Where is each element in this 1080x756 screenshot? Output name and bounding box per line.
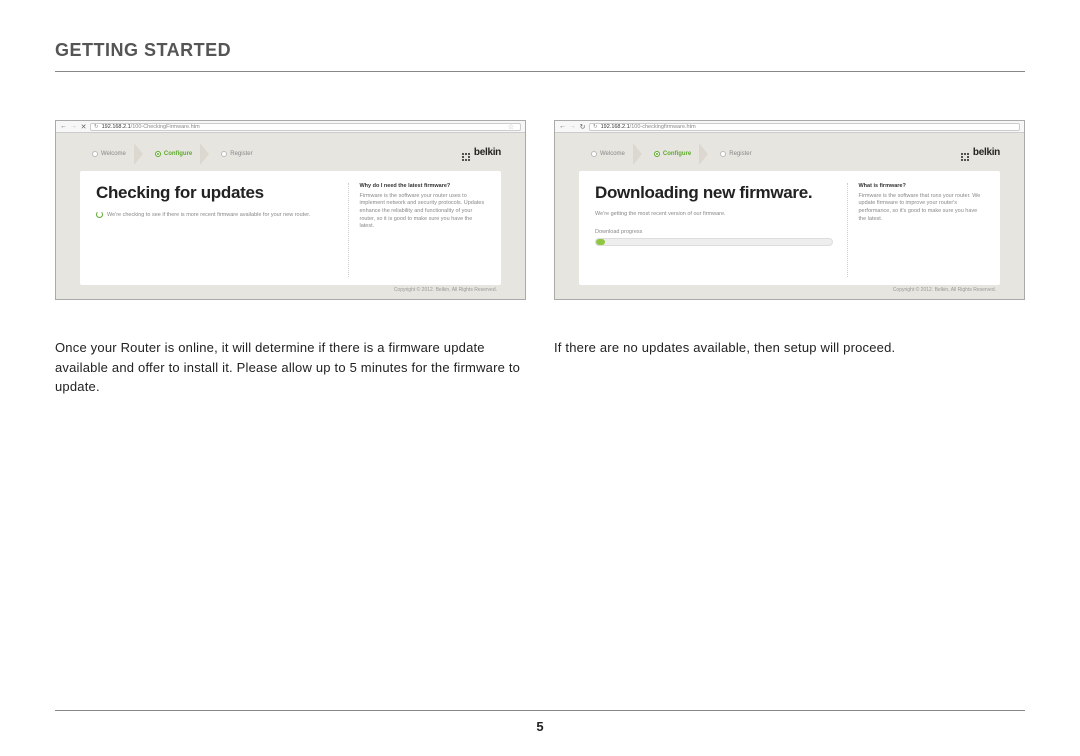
tab-bullet-icon xyxy=(654,151,660,157)
side-col: Why do I need the latest firmware? Firmw… xyxy=(348,183,485,277)
columns: ← → ✕ ↻ 192.168.2.1/100-CheckingFirmware… xyxy=(55,120,1025,397)
tab-label: Configure xyxy=(164,151,192,157)
url-box: ↻ 192.168.2.1/100-CheckingFirmware.htm ☆ xyxy=(90,123,521,131)
brand-logo: belkin xyxy=(961,147,1000,161)
footer-rule xyxy=(55,710,1025,711)
tab-label: Welcome xyxy=(600,151,625,157)
progress-label: Download progress xyxy=(595,229,833,235)
tab-label: Welcome xyxy=(101,151,126,157)
tab-bullet-icon xyxy=(155,151,161,157)
url-host: 192.168.2.1 xyxy=(601,124,630,130)
brand-logo: belkin xyxy=(462,147,501,161)
panel-subtext: We're checking to see if there is more r… xyxy=(96,211,334,218)
tab-strip-wrap: Welcome Configure Register belkin xyxy=(555,133,1024,165)
right-column: ← → ↻ ↻ 192.168.2.1/100-checkingfirmware… xyxy=(554,120,1025,397)
back-icon: ← xyxy=(60,123,67,130)
tab-register: Register xyxy=(708,151,763,157)
back-icon: ← xyxy=(559,123,566,130)
tab-label: Register xyxy=(230,151,252,157)
brand-text: belkin xyxy=(973,147,1000,158)
brand-dots-icon xyxy=(462,153,470,161)
browser-address-bar: ← → ✕ ↻ 192.168.2.1/100-CheckingFirmware… xyxy=(56,121,525,133)
panel-heading: Downloading new firmware. xyxy=(595,183,833,203)
screenshot-downloading: ← → ↻ ↻ 192.168.2.1/100-checkingfirmware… xyxy=(554,120,1025,300)
reload-icon: ↻ xyxy=(94,124,99,130)
side-col: What is firmware? Firmware is the softwa… xyxy=(847,183,984,277)
main-col: Downloading new firmware. We're getting … xyxy=(595,183,833,277)
forward-icon: → xyxy=(569,123,576,130)
subtext-text: We're getting the most recent version of… xyxy=(595,211,726,217)
panel-subtext: We're getting the most recent version of… xyxy=(595,211,833,217)
tab-configure: Configure xyxy=(642,151,703,157)
progress-section: Download progress xyxy=(595,229,833,246)
page-footer: 5 xyxy=(55,710,1025,734)
tab-bullet-icon xyxy=(92,151,98,157)
bookmark-star-icon: ☆ xyxy=(505,123,517,131)
tab-welcome: Welcome xyxy=(579,151,637,157)
reload-icon: ↻ xyxy=(593,124,598,130)
screenshot-checking: ← → ✕ ↻ 192.168.2.1/100-CheckingFirmware… xyxy=(55,120,526,300)
section-title: GETTING STARTED xyxy=(55,40,1025,61)
page-number: 5 xyxy=(55,719,1025,734)
tab-configure: Configure xyxy=(143,151,204,157)
forward-icon: → xyxy=(70,123,77,130)
browser-address-bar: ← → ↻ ↻ 192.168.2.1/100-checkingfirmware… xyxy=(555,121,1024,133)
subtext-text: We're checking to see if there is more r… xyxy=(107,212,310,218)
url-path: /100-CheckingFirmware.htm xyxy=(131,124,200,130)
tab-bullet-icon xyxy=(221,151,227,157)
right-caption: If there are no updates available, then … xyxy=(554,338,1025,358)
tab-strip: Welcome Configure Register belkin xyxy=(579,143,1000,165)
screenshot-footer: Copyright © 2012. Belkin, All Rights Res… xyxy=(555,285,1024,299)
brand-text: belkin xyxy=(474,147,501,158)
reload-icon: ↻ xyxy=(579,123,586,130)
tab-bullet-icon xyxy=(591,151,597,157)
panel-heading: Checking for updates xyxy=(96,183,334,203)
title-rule xyxy=(55,71,1025,72)
tab-strip: Welcome Configure Register belkin xyxy=(80,143,501,165)
tab-bullet-icon xyxy=(720,151,726,157)
tab-register: Register xyxy=(209,151,264,157)
sidebar-heading: Why do I need the latest firmware? xyxy=(359,183,485,191)
sidebar-body: Firmware is the software your router use… xyxy=(359,193,485,231)
tab-label: Configure xyxy=(663,151,691,157)
tab-welcome: Welcome xyxy=(80,151,138,157)
url-path: /100-checkingfirmware.htm xyxy=(630,124,696,130)
main-col: Checking for updates We're checking to s… xyxy=(96,183,334,277)
sidebar-body: Firmware is the software that runs your … xyxy=(858,193,984,224)
tab-label: Register xyxy=(729,151,751,157)
progress-fill xyxy=(596,239,605,245)
left-caption: Once your Router is online, it will dete… xyxy=(55,338,526,397)
content-panel: Checking for updates We're checking to s… xyxy=(80,171,501,285)
spinner-icon xyxy=(96,211,103,218)
stop-icon: ✕ xyxy=(80,123,87,130)
url-box: ↻ 192.168.2.1/100-checkingfirmware.htm xyxy=(589,123,1020,131)
left-column: ← → ✕ ↻ 192.168.2.1/100-CheckingFirmware… xyxy=(55,120,526,397)
progress-track xyxy=(595,238,833,246)
screenshot-footer: Copyright © 2012. Belkin, All Rights Res… xyxy=(56,285,525,299)
url-host: 192.168.2.1 xyxy=(102,124,131,130)
sidebar-heading: What is firmware? xyxy=(858,183,984,191)
tab-strip-wrap: Welcome Configure Register belkin xyxy=(56,133,525,165)
content-panel: Downloading new firmware. We're getting … xyxy=(579,171,1000,285)
brand-dots-icon xyxy=(961,153,969,161)
